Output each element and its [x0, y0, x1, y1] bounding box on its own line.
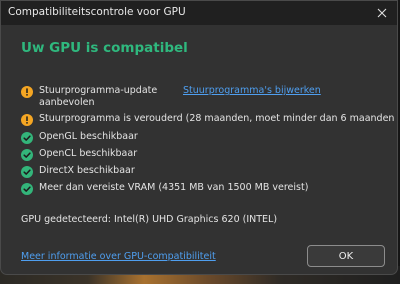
warning-icon	[21, 86, 33, 98]
gpu-detected-text: GPU gedetecteerd: Intel(R) UHD Graphics …	[21, 214, 278, 225]
close-button[interactable]	[367, 1, 397, 25]
title-bar: Compatibiliteitscontrole voor GPU	[1, 1, 397, 25]
check-driver-update: Stuurprogramma-update aanbevolen	[21, 85, 157, 109]
check-text: OpenCL beschikbaar	[39, 148, 138, 159]
ok-button[interactable]: OK	[307, 245, 385, 267]
check-opencl: OpenCL beschikbaar	[21, 148, 137, 161]
update-driver-link[interactable]: Stuurprogramma's bijwerken	[183, 85, 321, 96]
checkmark-icon	[21, 132, 33, 144]
check-text: OpenGL beschikbaar	[39, 131, 138, 142]
more-info-link[interactable]: Meer informatie over GPU-compatibiliteit	[21, 251, 216, 262]
compatibility-heading: Uw GPU is compatibel	[21, 40, 188, 56]
check-vram: Meer dan vereiste VRAM (4351 MB van 1500…	[21, 182, 308, 195]
check-text: Stuurprogramma is verouderd (28 maanden,…	[39, 113, 398, 124]
close-icon	[377, 8, 387, 18]
window-title: Compatibiliteitscontrole voor GPU	[8, 6, 186, 18]
gpu-compatibility-dialog: Compatibiliteitscontrole voor GPU Uw GPU…	[0, 0, 398, 275]
checkmark-icon	[21, 149, 33, 161]
warning-icon	[21, 114, 33, 126]
checkmark-icon	[21, 183, 33, 195]
checkmark-icon	[21, 166, 33, 178]
check-driver-outdated: Stuurprogramma is verouderd (28 maanden,…	[21, 113, 398, 126]
check-opengl: OpenGL beschikbaar	[21, 131, 138, 144]
check-directx: DirectX beschikbaar	[21, 165, 135, 178]
check-text: Stuurprogramma-update aanbevolen	[39, 85, 158, 108]
check-text: Meer dan vereiste VRAM (4351 MB van 1500…	[39, 182, 309, 193]
check-text: DirectX beschikbaar	[39, 165, 135, 176]
